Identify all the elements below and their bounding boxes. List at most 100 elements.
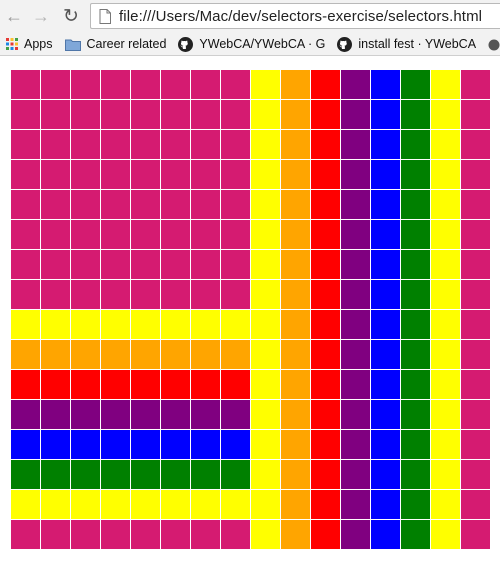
grid-cell (101, 400, 131, 430)
grid-cell (11, 190, 41, 220)
grid-cell (281, 310, 311, 340)
grid-cell (191, 160, 221, 190)
address-bar[interactable]: file:///Users/Mac/dev/selectors-exercise… (90, 3, 500, 29)
grid-cell (311, 430, 341, 460)
grid-cell (371, 250, 401, 280)
grid-cell (281, 190, 311, 220)
bookmarks-bar: Apps Career related YWebCA/YWebCA · G in… (0, 33, 500, 56)
grid-cell (41, 220, 71, 250)
grid-cell (131, 340, 161, 370)
grid-cell (11, 430, 41, 460)
forward-arrow-icon[interactable]: → (30, 4, 52, 28)
grid-cell (311, 370, 341, 400)
grid-cell (251, 280, 281, 310)
grid-cell (371, 400, 401, 430)
grid-cell (41, 310, 71, 340)
grid-cell (371, 100, 401, 130)
grid-cell (161, 130, 191, 160)
grid-cell (191, 340, 221, 370)
bookmark-label: Apps (24, 37, 53, 51)
grid-cell (191, 520, 221, 550)
grid-cell (311, 280, 341, 310)
bookmark-apps[interactable]: Apps (0, 34, 59, 54)
apple-icon (488, 39, 500, 51)
grid-cell (161, 160, 191, 190)
grid-cell (11, 340, 41, 370)
grid-cell (221, 400, 251, 430)
grid-cell (131, 400, 161, 430)
grid-cell (371, 520, 401, 550)
grid-cell (431, 220, 461, 250)
grid-cell (371, 220, 401, 250)
grid-cell (11, 160, 41, 190)
grid-cell (461, 310, 491, 340)
back-arrow-icon[interactable]: ← (3, 4, 25, 28)
grid-cell (131, 430, 161, 460)
grid-cell (281, 400, 311, 430)
grid-cell (191, 310, 221, 340)
grid-cell (281, 460, 311, 490)
grid-cell (431, 160, 461, 190)
grid-cell (221, 340, 251, 370)
grid-cell (431, 490, 461, 520)
grid-cell (161, 430, 191, 460)
grid-cell (341, 280, 371, 310)
grid-cell (221, 310, 251, 340)
grid-cell (281, 100, 311, 130)
grid-cell (251, 310, 281, 340)
grid-cell (11, 460, 41, 490)
grid-cell (311, 160, 341, 190)
grid-cell (101, 160, 131, 190)
grid-cell (341, 490, 371, 520)
grid-cell (131, 70, 161, 100)
bookmark-overflow[interactable] (482, 34, 500, 54)
github-icon (337, 36, 353, 52)
grid-cell (401, 130, 431, 160)
bookmark-career-related[interactable]: Career related (59, 34, 173, 54)
grid-cell (281, 280, 311, 310)
reload-icon[interactable]: ↻ (60, 4, 82, 28)
grid-cell (341, 220, 371, 250)
grid-cell (281, 160, 311, 190)
grid-cell (461, 220, 491, 250)
grid-cell (371, 370, 401, 400)
grid-cell (191, 460, 221, 490)
grid-cell (431, 250, 461, 280)
grid-cell (11, 370, 41, 400)
grid-cell (311, 460, 341, 490)
grid-cell (311, 190, 341, 220)
grid-cell (11, 280, 41, 310)
grid-cell (281, 70, 311, 100)
grid-cell (311, 400, 341, 430)
grid-cell (71, 400, 101, 430)
grid-cell (371, 340, 401, 370)
grid-cell (41, 370, 71, 400)
grid-cell (221, 250, 251, 280)
grid-cell (11, 490, 41, 520)
page-icon (99, 8, 111, 24)
bookmark-ywebca[interactable]: YWebCA/YWebCA · G (172, 34, 331, 54)
grid-cell (401, 100, 431, 130)
grid-cell (341, 100, 371, 130)
grid-cell (101, 340, 131, 370)
grid-cell (191, 70, 221, 100)
grid-cell (71, 370, 101, 400)
grid-cell (251, 100, 281, 130)
grid-cell (101, 130, 131, 160)
grid-cell (461, 160, 491, 190)
grid-cell (401, 490, 431, 520)
grid-cell (401, 400, 431, 430)
grid-cell (101, 310, 131, 340)
grid-cell (191, 400, 221, 430)
bookmark-install-fest[interactable]: install fest · YWebCA (331, 34, 482, 54)
grid-cell (71, 130, 101, 160)
grid-cell (41, 190, 71, 220)
grid-cell (251, 520, 281, 550)
grid-cell (401, 370, 431, 400)
grid-cell (221, 490, 251, 520)
grid-cell (431, 70, 461, 100)
grid-cell (461, 490, 491, 520)
grid-cell (251, 490, 281, 520)
grid-cell (41, 430, 71, 460)
grid-cell (461, 70, 491, 100)
